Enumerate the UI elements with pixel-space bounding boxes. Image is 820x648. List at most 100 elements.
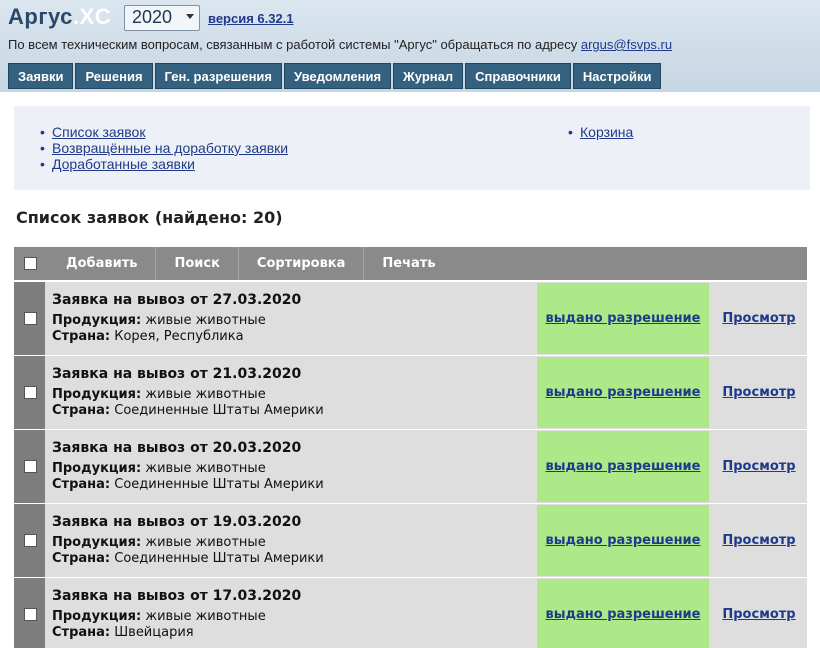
- view-link[interactable]: Просмотр: [722, 607, 795, 622]
- tab-references[interactable]: Справочники: [465, 63, 571, 89]
- country-value: Соединенные Штаты Америки: [114, 477, 324, 492]
- product-value: живые животные: [145, 387, 266, 402]
- request-title: Заявка на вывоз от 17.03.2020: [52, 588, 302, 604]
- logo-suffix: XC: [79, 4, 112, 29]
- add-button[interactable]: Добавить: [48, 247, 155, 280]
- tab-journal[interactable]: Журнал: [393, 63, 464, 89]
- country-label: Страна:: [52, 329, 111, 344]
- row-info: Заявка на вывоз от 21.03.2020 Продукция:…: [52, 366, 324, 419]
- submenu-panel: Список заявок Возвращённые на доработку …: [14, 106, 810, 190]
- product-value: живые животные: [145, 313, 266, 328]
- request-title: Заявка на вывоз от 21.03.2020: [52, 366, 302, 382]
- support-email-link[interactable]: argus@fsvps.ru: [581, 37, 672, 52]
- logo-dot: .: [72, 4, 80, 29]
- tab-settings[interactable]: Настройки: [572, 63, 662, 89]
- row-checkbox[interactable]: [24, 460, 37, 473]
- product-line: Продукция: живые животные: [52, 535, 324, 551]
- table-row: Заявка на вывоз от 27.03.2020 Продукция:…: [14, 282, 807, 355]
- support-text: По всем техническим вопросам, связанным …: [8, 37, 581, 52]
- country-label: Страна:: [52, 625, 111, 640]
- status-link[interactable]: выдано разрешение: [546, 607, 701, 622]
- revised-requests-link[interactable]: Доработанные заявки: [52, 156, 195, 172]
- country-label: Страна:: [52, 477, 111, 492]
- product-line: Продукция: живые животные: [52, 461, 324, 477]
- country-value: Швейцария: [114, 625, 194, 640]
- returned-requests-link[interactable]: Возвращённые на доработку заявки: [52, 140, 288, 156]
- request-title: Заявка на вывоз от 27.03.2020: [52, 292, 302, 308]
- product-label: Продукция:: [52, 535, 142, 550]
- product-line: Продукция: живые животные: [52, 609, 301, 625]
- tab-general-permits[interactable]: Ген. разрешения: [154, 63, 283, 89]
- page-title: Список заявок (найдено: 20): [16, 208, 283, 227]
- row-checkbox[interactable]: [24, 608, 37, 621]
- status-cell: выдано разрешение: [537, 579, 709, 648]
- print-button[interactable]: Печать: [364, 247, 453, 280]
- country-label: Страна:: [52, 403, 111, 418]
- app-header: Аргус.XC 2020 версия 6.32.1 По всем техн…: [0, 0, 820, 92]
- tab-decisions[interactable]: Решения: [75, 63, 153, 89]
- tab-requests[interactable]: Заявки: [8, 63, 74, 89]
- status-link[interactable]: выдано разрешение: [546, 385, 701, 400]
- request-title: Заявка на вывоз от 19.03.2020: [52, 514, 302, 530]
- row-checkbox-cell: [14, 578, 45, 648]
- support-notice: По всем техническим вопросам, связанным …: [8, 37, 672, 52]
- list-toolbar: Добавить Поиск Сортировка Печать: [14, 247, 807, 280]
- product-value: живые животные: [145, 609, 266, 624]
- submenu-right-list: Корзина: [568, 124, 633, 140]
- country-line: Страна: Соединенные Штаты Америки: [52, 403, 324, 419]
- row-checkbox-cell: [14, 282, 45, 355]
- row-info: Заявка на вывоз от 17.03.2020 Продукция:…: [52, 588, 301, 641]
- view-link[interactable]: Просмотр: [722, 385, 795, 400]
- row-info: Заявка на вывоз от 19.03.2020 Продукция:…: [52, 514, 324, 567]
- year-select[interactable]: 2020: [124, 5, 200, 31]
- country-label: Страна:: [52, 551, 111, 566]
- trash-link[interactable]: Корзина: [580, 124, 633, 140]
- status-cell: выдано разрешение: [537, 357, 709, 428]
- product-line: Продукция: живые животные: [52, 313, 301, 329]
- row-checkbox-cell: [14, 356, 45, 429]
- request-list-link[interactable]: Список заявок: [52, 124, 145, 140]
- submenu-item: Доработанные заявки: [40, 156, 288, 172]
- sort-button[interactable]: Сортировка: [239, 247, 363, 280]
- table-row: Заявка на вывоз от 21.03.2020 Продукция:…: [14, 356, 807, 429]
- view-link[interactable]: Просмотр: [722, 459, 795, 474]
- product-label: Продукция:: [52, 609, 142, 624]
- submenu-item: Корзина: [568, 124, 633, 140]
- view-link[interactable]: Просмотр: [722, 533, 795, 548]
- product-value: живые животные: [145, 461, 266, 476]
- select-all-checkbox[interactable]: [24, 257, 37, 270]
- table-row: Заявка на вывоз от 20.03.2020 Продукция:…: [14, 430, 807, 503]
- status-cell: выдано разрешение: [537, 431, 709, 502]
- app-logo[interactable]: Аргус.XC: [8, 4, 111, 30]
- row-info: Заявка на вывоз от 27.03.2020 Продукция:…: [52, 292, 301, 345]
- view-cell: Просмотр: [711, 578, 807, 648]
- view-link[interactable]: Просмотр: [722, 311, 795, 326]
- row-checkbox[interactable]: [24, 386, 37, 399]
- request-title: Заявка на вывоз от 20.03.2020: [52, 440, 302, 456]
- product-label: Продукция:: [52, 461, 142, 476]
- country-line: Страна: Швейцария: [52, 625, 301, 641]
- status-link[interactable]: выдано разрешение: [546, 459, 701, 474]
- product-label: Продукция:: [52, 387, 142, 402]
- search-button[interactable]: Поиск: [156, 247, 237, 280]
- country-value: Соединенные Штаты Америки: [114, 403, 324, 418]
- status-link[interactable]: выдано разрешение: [546, 533, 701, 548]
- row-info: Заявка на вывоз от 20.03.2020 Продукция:…: [52, 440, 324, 493]
- row-checkbox[interactable]: [24, 534, 37, 547]
- product-value: живые животные: [145, 535, 266, 550]
- table-row: Заявка на вывоз от 19.03.2020 Продукция:…: [14, 504, 807, 577]
- view-cell: Просмотр: [711, 504, 807, 577]
- chevron-down-icon: [186, 14, 194, 19]
- submenu-item: Список заявок: [40, 124, 288, 140]
- country-line: Страна: Корея, Республика: [52, 329, 301, 345]
- view-cell: Просмотр: [711, 430, 807, 503]
- country-value: Корея, Республика: [114, 329, 244, 344]
- product-line: Продукция: живые животные: [52, 387, 324, 403]
- submenu-item: Возвращённые на доработку заявки: [40, 140, 288, 156]
- version-link[interactable]: версия 6.32.1: [208, 11, 294, 26]
- status-link[interactable]: выдано разрешение: [546, 311, 701, 326]
- request-list: Заявка на вывоз от 27.03.2020 Продукция:…: [14, 282, 807, 648]
- year-select-value: 2020: [132, 7, 173, 27]
- tab-notifications[interactable]: Уведомления: [284, 63, 392, 89]
- row-checkbox[interactable]: [24, 312, 37, 325]
